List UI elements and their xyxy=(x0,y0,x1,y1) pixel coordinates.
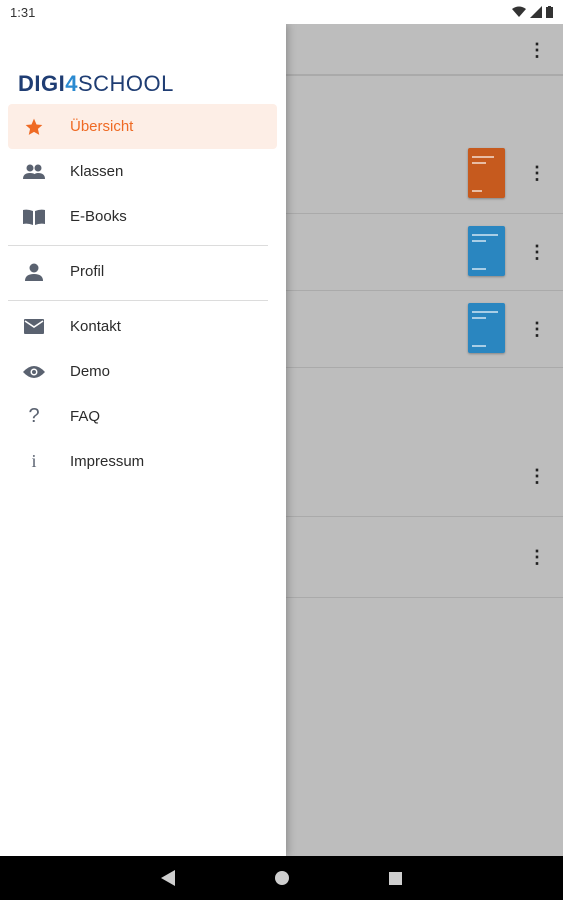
status-bar: 1:31 xyxy=(0,0,563,24)
navigation-drawer: DIGI 4 SCHOOL Übersicht Klassen E-Books Pr… xyxy=(0,24,286,856)
drawer-item-profil[interactable]: Profil xyxy=(8,249,277,294)
drawer-item-ebooks[interactable]: E-Books xyxy=(8,194,277,239)
drawer-item-label: Profil xyxy=(70,263,105,280)
signal-icon xyxy=(530,6,542,18)
info-icon: i xyxy=(31,451,37,471)
recents-icon[interactable] xyxy=(389,871,402,885)
drawer-item-label: Klassen xyxy=(70,163,124,180)
drawer-item-demo[interactable]: Demo xyxy=(8,349,277,394)
book-cover xyxy=(468,148,505,198)
star-icon xyxy=(14,117,54,137)
more-vert-icon[interactable]: ⋮ xyxy=(525,240,549,264)
more-vert-icon[interactable]: ⋮ xyxy=(525,545,549,569)
home-icon[interactable] xyxy=(275,871,289,885)
battery-icon xyxy=(546,6,553,18)
wifi-icon xyxy=(512,6,526,17)
drawer-item-klassen[interactable]: Klassen xyxy=(8,149,277,194)
more-vert-icon[interactable]: ⋮ xyxy=(525,161,549,185)
back-icon[interactable] xyxy=(161,870,175,886)
book-cover xyxy=(468,226,505,276)
eye-icon xyxy=(14,365,54,379)
more-vert-icon[interactable]: ⋮ xyxy=(525,38,549,62)
system-nav-bar xyxy=(0,856,563,900)
more-vert-icon[interactable]: ⋮ xyxy=(525,464,549,488)
drawer-item-label: Kontakt xyxy=(70,318,121,335)
question-icon: ? xyxy=(28,405,40,427)
drawer-item-label: Impressum xyxy=(70,453,145,470)
drawer-item-kontakt[interactable]: Kontakt xyxy=(8,304,277,349)
people-icon xyxy=(14,164,54,180)
digi4school-logo: DIGI 4 SCHOOL xyxy=(18,71,174,96)
drawer-item-impressum[interactable]: i Impressum xyxy=(8,439,277,484)
drawer-divider xyxy=(8,300,268,301)
drawer-item-label: E-Books xyxy=(70,208,127,225)
status-time: 1:31 xyxy=(10,4,36,20)
status-icons xyxy=(512,6,553,18)
more-vert-icon[interactable]: ⋮ xyxy=(525,317,549,341)
drawer-item-label: FAQ xyxy=(70,408,101,425)
drawer-divider xyxy=(8,245,268,246)
drawer-item-label: Demo xyxy=(70,363,111,380)
drawer-item-uebersicht[interactable]: Übersicht xyxy=(8,104,277,149)
person-icon xyxy=(14,263,54,281)
drawer-item-faq[interactable]: ? FAQ xyxy=(8,394,277,439)
drawer-item-label: Übersicht xyxy=(70,118,134,135)
book-cover xyxy=(468,303,505,353)
mail-icon xyxy=(14,319,54,334)
book-icon xyxy=(14,209,54,225)
